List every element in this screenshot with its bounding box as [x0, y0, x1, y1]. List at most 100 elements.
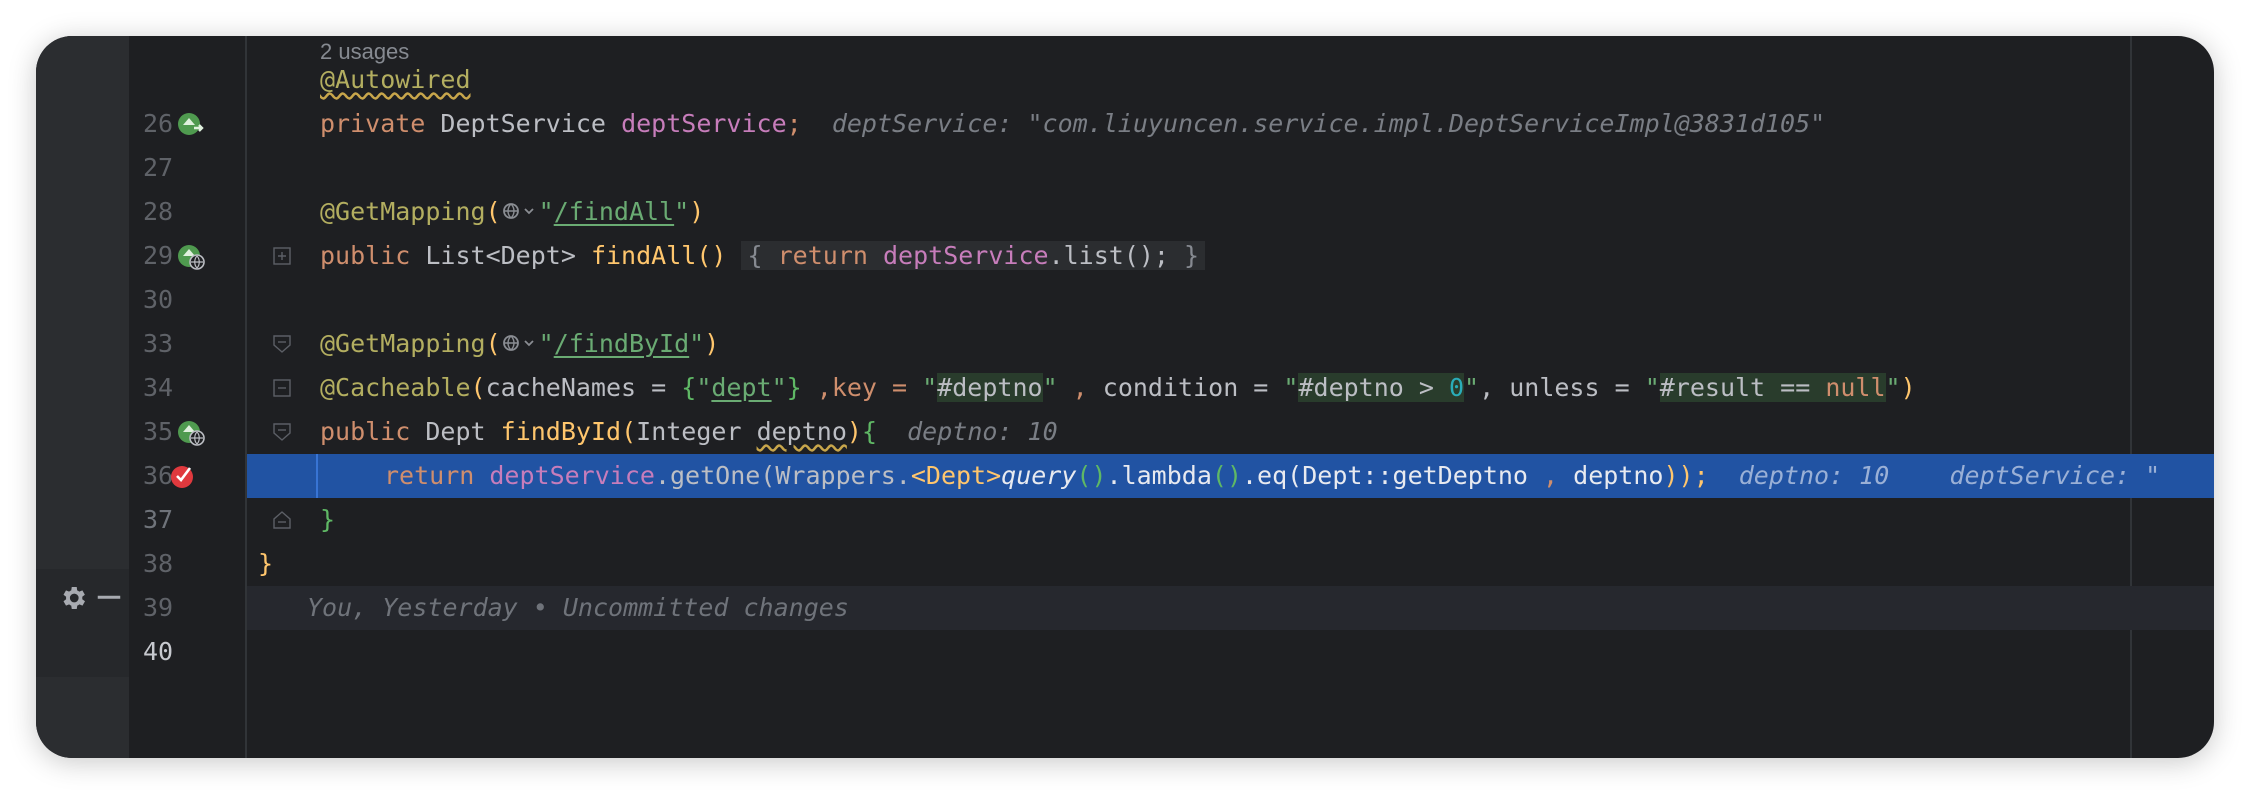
quote: ": [1644, 373, 1660, 402]
keyword: public: [320, 417, 411, 446]
spel-expression[interactable]: #deptno: [937, 373, 1043, 402]
annotation-token[interactable]: @GetMapping: [320, 197, 486, 226]
method-reference[interactable]: Dept::getDeptno: [1302, 461, 1528, 490]
fold-expand-icon[interactable]: [273, 247, 291, 265]
code-line[interactable]: 28: [36, 146, 2214, 226]
method-call[interactable]: .getOne(: [655, 461, 775, 490]
keyword: private: [320, 109, 426, 138]
url-path-string[interactable]: /findAll: [554, 197, 674, 226]
quote: ": [1042, 373, 1058, 402]
paren: (: [621, 417, 637, 446]
git-blame-annotation[interactable]: You, Yesterday • Uncommitted changes: [307, 586, 849, 630]
globe-icon[interactable]: [501, 200, 539, 222]
attribute-name: ,key =: [801, 373, 923, 402]
execution-line[interactable]: 37 return deptService.getOne(Wrappers.<D…: [143, 454, 2214, 534]
parameter-token[interactable]: deptno: [1573, 461, 1663, 490]
debug-inline-value: deptService: ": [1949, 461, 2161, 490]
brace: }: [258, 549, 274, 578]
fold-collapse-icon[interactable]: [273, 423, 291, 441]
method-name[interactable]: findAll: [591, 241, 696, 270]
code-line[interactable]: 33: [36, 278, 2214, 358]
brace: }: [320, 505, 336, 534]
paren: (: [485, 197, 501, 226]
annotation-token[interactable]: @GetMapping: [320, 329, 486, 358]
spel-expression[interactable]: #deptno >: [1298, 373, 1449, 402]
method-name[interactable]: findById: [501, 417, 621, 446]
comma: ,: [1057, 373, 1103, 402]
method-call[interactable]: .eq(: [1242, 461, 1302, 490]
field-token[interactable]: deptService: [883, 241, 1049, 270]
fold-collapse-icon[interactable]: [273, 379, 291, 397]
attribute-name: cacheNames =: [485, 373, 682, 402]
quote: ": [689, 329, 705, 358]
brace: {: [681, 373, 697, 402]
quote: ": [922, 373, 938, 402]
cache-name-string[interactable]: dept: [711, 373, 771, 402]
annotation-token[interactable]: @Autowired: [320, 65, 471, 94]
keyword: public: [320, 241, 411, 270]
brace: }: [786, 373, 802, 402]
code-line[interactable]: 38 }: [36, 498, 2214, 578]
method-call[interactable]: .list();: [1049, 241, 1169, 270]
line-number: 39: [143, 593, 174, 622]
type-token[interactable]: Wrappers.: [775, 461, 910, 490]
code-line[interactable]: 30 public List<Dept> findAll() { return …: [36, 234, 2214, 314]
endpoint-gutter-icon[interactable]: [176, 241, 206, 271]
paren: ): [689, 197, 705, 226]
line-number: 40: [143, 637, 174, 666]
annotation-token[interactable]: @Cacheable: [320, 373, 471, 402]
code-line[interactable]: 34 @GetMapping("/findById"): [36, 322, 2214, 402]
null-literal: null: [1825, 373, 1886, 402]
brace: {: [747, 241, 763, 270]
breakpoint-icon[interactable]: [169, 460, 199, 490]
quote: ": [1283, 373, 1299, 402]
paren: ): [1900, 373, 1916, 402]
url-path-string[interactable]: /findById: [554, 329, 689, 358]
quote: ": [674, 197, 690, 226]
editor-window: 2 usages 26 @Autowired 27 private DeptSe…: [36, 36, 2214, 758]
folded-body[interactable]: { return deptService.list(); }: [741, 241, 1206, 270]
execution-marker: [247, 454, 318, 498]
current-line[interactable]: 40 You, Yesterday • Uncommitted changes: [143, 586, 2214, 666]
quote: ": [696, 373, 712, 402]
semicolon: ;: [786, 109, 802, 138]
method-call[interactable]: query: [1001, 461, 1076, 490]
type-token[interactable]: List<Dept>: [425, 241, 576, 270]
quote: ": [771, 373, 787, 402]
parameter-token[interactable]: deptno: [757, 417, 847, 446]
keyword: return: [384, 461, 475, 490]
endpoint-gutter-icon[interactable]: [176, 417, 206, 447]
number-literal: 0: [1448, 373, 1465, 402]
code-line[interactable]: 27 private DeptService deptService; dept…: [36, 102, 2214, 182]
method-call[interactable]: .lambda: [1107, 461, 1212, 490]
globe-icon[interactable]: [501, 332, 539, 354]
minimize-icon[interactable]: [94, 582, 124, 612]
code-line[interactable]: 26 @Autowired: [36, 58, 2214, 138]
quote: ": [1885, 373, 1901, 402]
debug-inline-value: deptService: "com.liuyuncen.service.impl…: [831, 109, 1826, 138]
code-line[interactable]: 36 public Dept findById(Integer deptno){…: [36, 410, 2214, 490]
generic-type: <Dept>: [910, 461, 1002, 490]
code-line[interactable]: 39 }: [36, 542, 2214, 622]
brace: }: [1184, 241, 1200, 270]
fold-collapse-icon[interactable]: [273, 335, 291, 353]
attribute-name: , unless =: [1479, 373, 1645, 402]
paren: ): [846, 417, 862, 446]
type-token[interactable]: Integer: [636, 417, 741, 446]
type-token[interactable]: Dept: [425, 417, 485, 446]
debug-inline-value: deptno: 10: [1738, 461, 1890, 490]
field-token[interactable]: deptService: [621, 109, 787, 138]
spel-expression[interactable]: #result ==: [1659, 373, 1826, 402]
type-token[interactable]: DeptService: [440, 109, 606, 138]
fold-end-icon[interactable]: [273, 511, 291, 529]
paren: ));: [1663, 461, 1709, 490]
paren: (): [696, 241, 727, 270]
code-line[interactable]: 29 @GetMapping("/findAll"): [36, 190, 2214, 270]
field-token[interactable]: deptService: [489, 461, 655, 490]
paren: (: [470, 373, 486, 402]
code-line[interactable]: 35 @Cacheable(cacheNames = {"dept"} ,key…: [36, 366, 2214, 446]
implementation-gutter-icon[interactable]: [176, 109, 206, 139]
attribute-name: condition =: [1102, 373, 1284, 402]
comma: ,: [1528, 461, 1574, 490]
quote: ": [538, 329, 554, 358]
